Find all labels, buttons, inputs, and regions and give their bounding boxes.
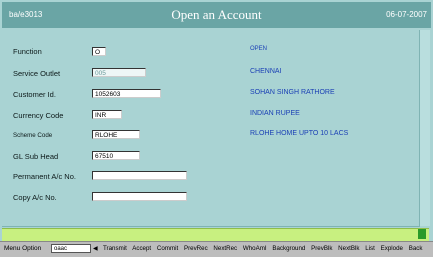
- title-bar: ba/e3013 Open an Account 06-07-2007: [2, 2, 431, 28]
- gl-sub-head-label: GL Sub Head: [13, 152, 59, 161]
- accept-button[interactable]: Accept: [132, 245, 151, 252]
- service-outlet-label: Service Outlet: [13, 69, 61, 78]
- whoami-button[interactable]: WhoAmI: [243, 245, 267, 252]
- scheme-code-field[interactable]: RLOHE: [92, 130, 140, 139]
- system-date: 06-07-2007: [386, 10, 427, 19]
- list-button[interactable]: List: [365, 245, 375, 252]
- function-label: Function: [13, 47, 42, 56]
- menu-option-label: Menu Option: [4, 245, 42, 252]
- background-button[interactable]: Background: [272, 245, 305, 252]
- service-outlet-field[interactable]: 005: [92, 68, 146, 77]
- copy-ac-label: Copy A/c No.: [13, 193, 57, 202]
- copy-ac-field[interactable]: [92, 192, 187, 201]
- currency-code-label: Currency Code: [13, 111, 64, 120]
- vertical-scrollbar[interactable]: [419, 30, 430, 226]
- currency-code-field[interactable]: INR: [92, 110, 122, 119]
- prevblk-button[interactable]: PrevBlk: [311, 245, 332, 252]
- function-description: OPEN: [250, 46, 268, 52]
- function-field[interactable]: O: [92, 47, 106, 56]
- commit-button[interactable]: Commit: [157, 245, 178, 252]
- customer-id-field[interactable]: 1052603: [92, 89, 161, 98]
- application-window: ba/e3013 Open an Account 06-07-2007 Func…: [0, 0, 433, 257]
- explode-button[interactable]: Explode: [381, 245, 403, 252]
- service-outlet-description: CHENNAI: [250, 68, 282, 75]
- account-form: Function O OPEN Service Outlet 005 CHENN…: [2, 30, 420, 227]
- customer-name: SOHAN SINGH RATHORE: [250, 89, 335, 96]
- customer-id-label: Customer Id.: [13, 90, 56, 99]
- page-title: Open an Account: [171, 7, 262, 22]
- nextrec-button[interactable]: NextRec: [213, 245, 237, 252]
- prevrec-button[interactable]: PrevRec: [184, 245, 208, 252]
- back-button[interactable]: Back: [409, 245, 423, 252]
- status-bar: [2, 228, 429, 241]
- menu-bar: Menu Option oaac ◀ Transmit Accept Commi…: [0, 241, 433, 257]
- nextblk-button[interactable]: NextBlk: [338, 245, 359, 252]
- menu-buttons: Transmit Accept Commit PrevRec NextRec W…: [103, 245, 426, 252]
- menu-option-input[interactable]: oaac: [51, 244, 91, 253]
- permanent-ac-field[interactable]: [92, 171, 187, 180]
- scheme-description: RLOHE HOME UPTO 10 LACS: [250, 130, 349, 137]
- currency-description: INDIAN RUPEE: [250, 110, 300, 117]
- permanent-ac-label: Permanent A/c No.: [13, 172, 76, 181]
- status-indicator: [418, 229, 426, 239]
- transmit-button[interactable]: Transmit: [103, 245, 127, 252]
- scheme-code-label: Scheme Code: [13, 132, 53, 139]
- gl-sub-head-field[interactable]: 67510: [92, 151, 140, 160]
- scroll-left-arrow-icon[interactable]: ◀: [93, 245, 98, 252]
